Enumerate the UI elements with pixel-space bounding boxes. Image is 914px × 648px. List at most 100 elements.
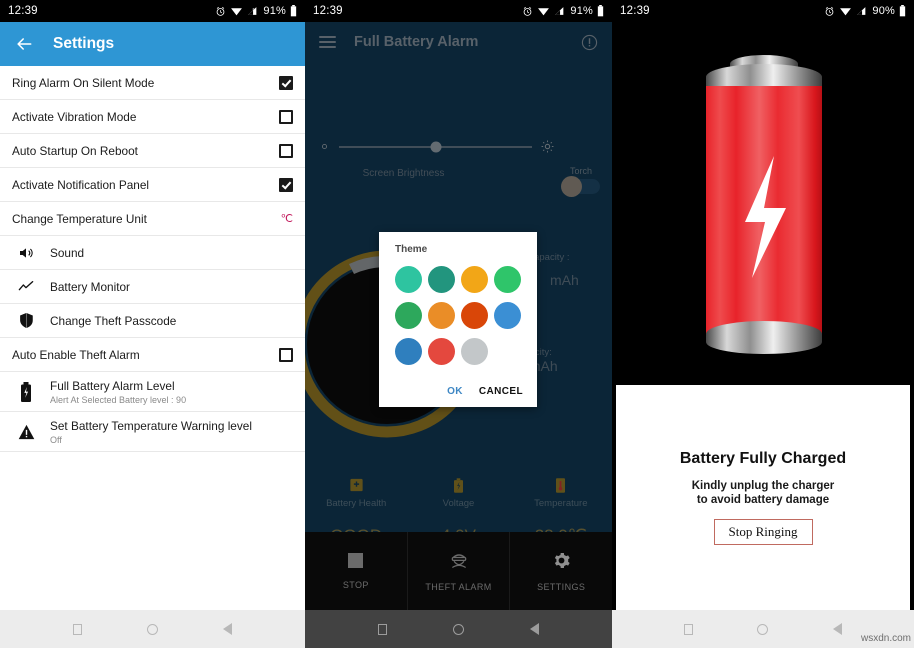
setting-auto-startup-on-reboot[interactable]: Auto Startup On Reboot — [0, 134, 305, 168]
recents-square-icon[interactable] — [72, 623, 82, 635]
setting-activate-vibration-mode[interactable]: Activate Vibration Mode — [0, 100, 305, 134]
setting-change-temperature-unit[interactable]: Change Temperature Unit ℃ — [0, 202, 305, 236]
status-clock: 12:39 — [8, 5, 38, 17]
theme-swatch[interactable] — [494, 266, 521, 293]
alert-body: Battery Fully Charged Kindly unplug the … — [612, 22, 914, 648]
charging-battery-icon — [706, 55, 822, 354]
dialog-cancel-button[interactable]: CANCEL — [479, 386, 523, 397]
chart-line-icon — [12, 279, 40, 295]
status-icon-group: 90% — [824, 5, 906, 17]
warning-triangle-icon — [12, 424, 40, 440]
svg-text:x: x — [253, 7, 255, 11]
setting-label: Ring Alarm On Silent Mode — [12, 75, 155, 90]
dialog-title: Theme — [395, 244, 428, 255]
wifi-icon — [840, 8, 852, 16]
screenshot-root: 12:39 x 91% Settings Ring Alarm On Silen… — [0, 0, 914, 648]
theme-dialog: Theme OK CANCEL — [379, 232, 537, 407]
screen-settings: 12:39 x 91% Settings Ring Alarm On Silen… — [0, 0, 305, 648]
setting-battery-temperature-warning-level[interactable]: Set Battery Temperature Warning level Of… — [0, 412, 305, 452]
signal-icon — [857, 7, 866, 15]
setting-label: Activate Notification Panel — [12, 177, 150, 192]
setting-label: Set Battery Temperature Warning level — [50, 418, 252, 433]
status-icon-group: 91% — [522, 5, 604, 17]
shield-icon — [12, 312, 40, 329]
theme-swatch-grid — [395, 266, 521, 365]
setting-change-theft-passcode[interactable]: Change Theft Passcode — [0, 304, 305, 338]
setting-label: Change Temperature Unit — [12, 211, 147, 226]
setting-label: Sound — [50, 245, 85, 260]
dialog-actions: OK CANCEL — [447, 386, 523, 397]
home-circle-icon[interactable] — [146, 623, 158, 635]
status-clock: 12:39 — [313, 5, 343, 17]
status-clock: 12:39 — [620, 5, 650, 17]
battery-icon — [899, 5, 906, 17]
status-bar-right: 12:39 90% — [612, 0, 914, 22]
setting-battery-monitor[interactable]: Battery Monitor — [0, 270, 305, 304]
setting-ring-alarm-on-silent-mode[interactable]: Ring Alarm On Silent Mode — [0, 66, 305, 100]
dialog-ok-button[interactable]: OK — [447, 386, 463, 397]
theme-swatch[interactable] — [461, 266, 488, 293]
setting-activate-notification-panel[interactable]: Activate Notification Panel — [0, 168, 305, 202]
screen-full-charge-alert: 12:39 90% Battery Fully Charged Kindly u… — [612, 0, 914, 648]
setting-label: Change Theft Passcode — [50, 313, 177, 328]
alert-subtitle-line2: to avoid battery damage — [696, 494, 830, 506]
signal-icon — [555, 7, 564, 15]
back-triangle-icon[interactable] — [832, 623, 842, 635]
setting-sublabel: Off — [50, 434, 62, 445]
checkbox-auto-startup[interactable] — [279, 143, 293, 158]
back-arrow-icon[interactable] — [14, 34, 34, 54]
theme-swatch[interactable] — [461, 338, 488, 365]
full-charge-alert-card: Battery Fully Charged Kindly unplug the … — [616, 385, 910, 610]
recents-square-icon[interactable] — [684, 623, 694, 635]
screen-full-battery-alarm: 12:39 91% Full Battery Alarm Screen Brig… — [305, 0, 612, 648]
settings-list: Ring Alarm On Silent Mode Activate Vibra… — [0, 66, 305, 452]
theme-swatch[interactable] — [428, 302, 455, 329]
status-battery-percent-left: 91% — [263, 5, 286, 17]
theme-swatch[interactable] — [461, 302, 488, 329]
setting-label: Auto Startup On Reboot — [12, 143, 138, 158]
theme-swatch[interactable] — [395, 338, 422, 365]
theme-swatch[interactable] — [395, 302, 422, 329]
theme-swatch[interactable] — [428, 338, 455, 365]
alert-title: Battery Fully Charged — [679, 449, 847, 467]
checkbox-vibration[interactable] — [279, 109, 293, 124]
theme-swatch[interactable] — [494, 302, 521, 329]
status-bar-mid: 12:39 91% — [305, 0, 612, 22]
status-icon-group: x 91% — [215, 5, 297, 17]
theme-swatch[interactable] — [395, 266, 422, 293]
battery-icon — [597, 5, 604, 17]
setting-label: Battery Monitor — [50, 279, 130, 294]
setting-sound[interactable]: Sound — [0, 236, 305, 270]
setting-sublabel: Alert At Selected Battery level : 90 — [50, 394, 187, 405]
status-bar-left: 12:39 x 91% — [0, 0, 305, 22]
checkbox-notification-panel[interactable] — [279, 177, 293, 192]
status-battery-percent-mid: 91% — [570, 5, 593, 17]
checkbox-theft-alarm[interactable] — [279, 347, 293, 362]
setting-label: Auto Enable Theft Alarm — [12, 347, 140, 362]
alert-subtitle-line1: Kindly unplug the charger — [691, 479, 835, 492]
watermark: wsxdn.com — [860, 633, 911, 644]
speaker-icon — [12, 245, 40, 261]
signal-icon: x — [248, 7, 257, 15]
setting-label: Full Battery Alarm Level — [50, 378, 175, 393]
wifi-icon — [538, 8, 550, 16]
home-circle-icon[interactable] — [757, 623, 769, 635]
alarm-icon — [217, 6, 225, 16]
setting-label: Activate Vibration Mode — [12, 109, 137, 124]
alarm-icon — [826, 6, 834, 16]
back-triangle-icon[interactable] — [223, 623, 233, 635]
status-battery-percent-right: 90% — [872, 5, 895, 17]
setting-auto-enable-theft-alarm[interactable]: Auto Enable Theft Alarm — [0, 338, 305, 372]
android-nav-bar-left — [0, 610, 305, 648]
settings-appbar: Settings — [0, 22, 305, 66]
stop-ringing-button[interactable]: Stop Ringing — [713, 519, 813, 546]
temperature-unit-value: ℃ — [280, 213, 293, 225]
alarm-icon — [524, 6, 532, 16]
wifi-icon — [231, 8, 243, 16]
battery-icon — [290, 5, 297, 17]
page-title: Settings — [53, 35, 115, 52]
theme-swatch[interactable] — [428, 266, 455, 293]
checkbox-ring-alarm[interactable] — [279, 75, 293, 90]
setting-full-battery-alarm-level[interactable]: Full Battery Alarm Level Alert At Select… — [0, 372, 305, 412]
battery-bolt-icon — [12, 381, 40, 402]
